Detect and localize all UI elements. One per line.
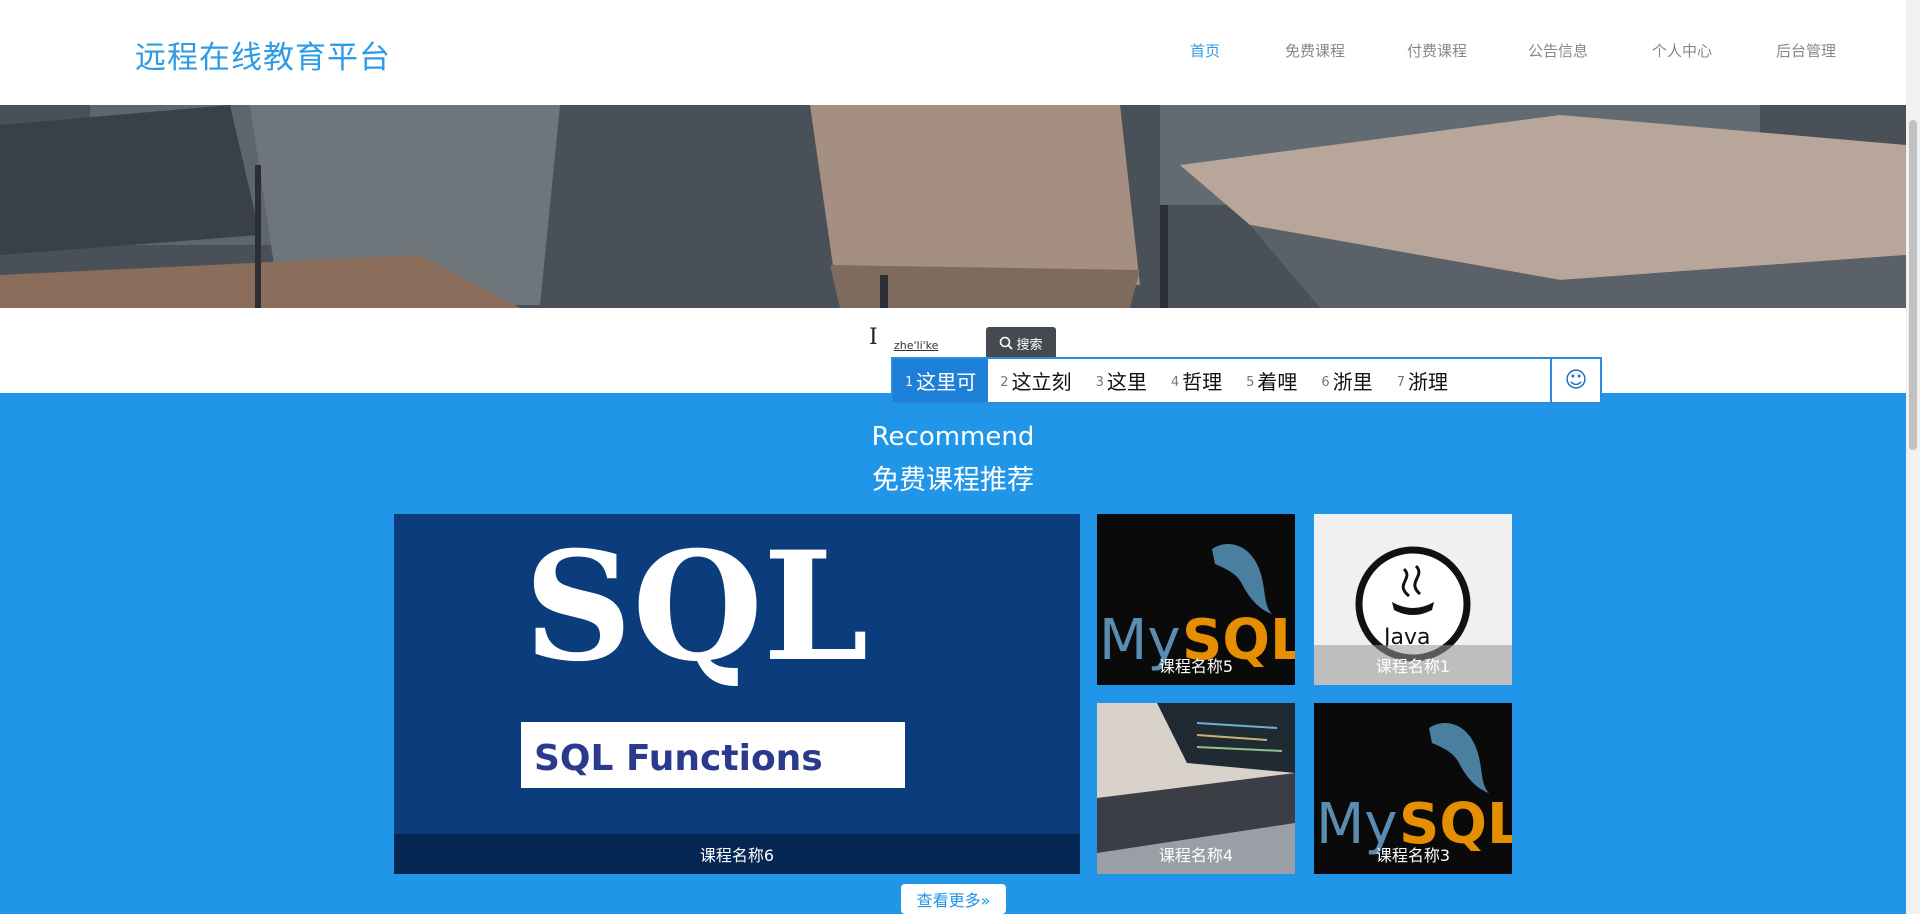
course-card[interactable]: Java 课程名称1 <box>1314 514 1512 685</box>
ime-candidate-number: 2 <box>1000 375 1009 390</box>
nav-item-paid-courses[interactable]: 付费课程 <box>1407 40 1467 61</box>
nav-item-personal-center[interactable]: 个人中心 <box>1652 40 1712 61</box>
ime-candidate-text: 哲理 <box>1182 370 1223 394</box>
course-card[interactable]: 课程名称4 <box>1097 703 1295 874</box>
ime-candidate-text: 这里 <box>1106 370 1147 394</box>
ime-candidate-number: 1 <box>905 375 914 390</box>
ime-candidate[interactable]: 5 着哩 <box>1234 359 1309 402</box>
ime-candidate-number: 7 <box>1396 375 1405 390</box>
ime-candidate-text: 浙理 <box>1407 370 1448 394</box>
ime-candidate-text: 着哩 <box>1257 370 1298 394</box>
cover-subtitle-text: SQL Functions <box>534 738 823 779</box>
nav-item-announcements[interactable]: 公告信息 <box>1528 40 1588 61</box>
course-name: 课程名称6 <box>394 834 1080 874</box>
classroom-photo <box>0 105 1906 308</box>
view-more-button[interactable]: 查看更多» <box>901 884 1006 914</box>
ime-candidate[interactable]: 6 浙里 <box>1309 359 1384 402</box>
course-name: 课程名称4 <box>1158 846 1234 865</box>
ime-candidate-number: 4 <box>1170 375 1180 390</box>
course-card[interactable]: SQL SQL Functions 课程名称6 <box>394 514 1080 874</box>
search-icon <box>1000 336 1014 350</box>
nav-item-admin[interactable]: 后台管理 <box>1776 40 1836 61</box>
sql-functions-cover-image: SQL SQL Functions <box>394 514 1080 874</box>
cover-title-text: SQL <box>524 519 868 695</box>
scrollbar-thumb[interactable] <box>1909 120 1917 450</box>
section-title-cn: 免费课程推荐 <box>872 465 1034 496</box>
course-card[interactable]: My SQL 课程名称3 <box>1314 703 1512 874</box>
course-name: 课程名称5 <box>1158 657 1234 676</box>
ime-candidate-text: 这立刻 <box>1011 370 1072 394</box>
course-name: 课程名称3 <box>1375 846 1451 865</box>
ime-candidate[interactable]: 3 这里 <box>1084 359 1159 402</box>
ime-candidate-text: 浙里 <box>1332 370 1373 394</box>
nav-item-home[interactable]: 首页 <box>1190 40 1220 61</box>
ime-candidate[interactable]: 4 哲理 <box>1159 359 1234 402</box>
search-input[interactable] <box>890 333 988 357</box>
ime-candidate[interactable]: 7 浙理 <box>1385 359 1460 402</box>
ime-candidate[interactable]: 1 这里可 <box>893 359 989 402</box>
hero-banner-image <box>0 105 1906 308</box>
ime-candidate-text: 这里可 <box>916 370 977 394</box>
ime-emoji-icon[interactable]: ☺ <box>1550 359 1600 402</box>
course-name: 课程名称1 <box>1314 645 1512 685</box>
search-button[interactable]: 搜索 <box>986 327 1056 359</box>
course-card[interactable]: My SQL 课程名称5 <box>1097 514 1295 685</box>
site-logo[interactable]: 远程在线教育平台 <box>135 32 391 77</box>
ime-candidate-bar: 1 这里可 2 这立刻 3 这里 4 哲理 5 着哩 6 浙里 7 浙理 ☺ <box>891 357 1602 404</box>
ime-candidate-number: 6 <box>1321 375 1330 390</box>
section-title-en: Recommend <box>871 422 1035 452</box>
nav-item-free-courses[interactable]: 免费课程 <box>1285 40 1345 61</box>
page-scrollbar[interactable] <box>1906 0 1920 914</box>
search-button-label: 搜索 <box>1016 337 1043 353</box>
ime-candidate-number: 5 <box>1246 375 1255 390</box>
ime-candidate[interactable]: 2 这立刻 <box>988 359 1083 402</box>
text-cursor-icon: I <box>869 325 878 350</box>
site-header: 远程在线教育平台 首页 免费课程 付费课程 公告信息 个人中心 后台管理 <box>0 0 1906 105</box>
ime-candidate-number: 3 <box>1095 375 1104 390</box>
